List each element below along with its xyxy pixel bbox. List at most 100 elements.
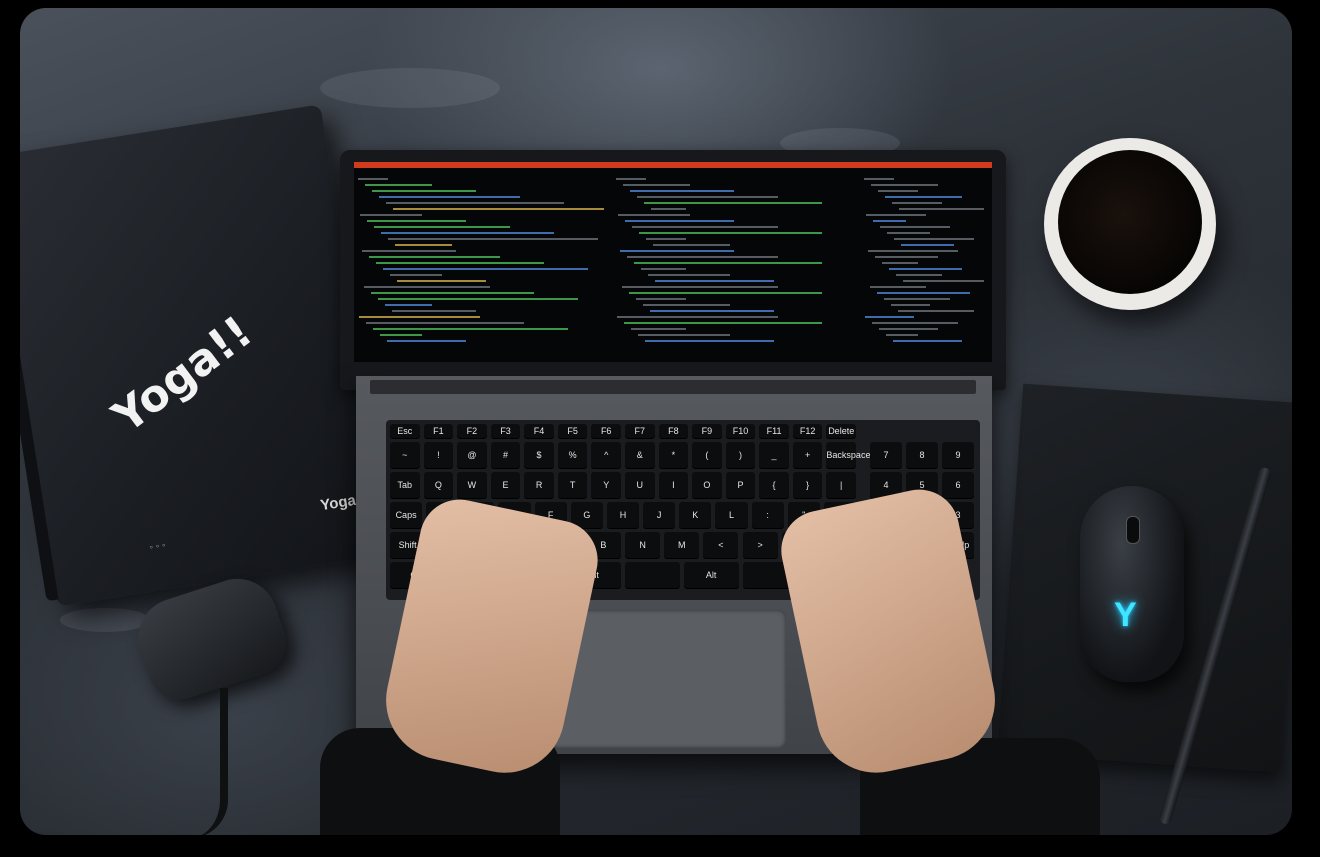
code-line — [374, 226, 510, 228]
key-o[interactable]: O — [692, 472, 722, 498]
code-editor-pane — [358, 174, 608, 354]
key--[interactable]: ~ — [390, 442, 420, 468]
code-line — [903, 280, 984, 282]
numpad-key-8[interactable]: 8 — [906, 442, 938, 468]
key-tab[interactable]: Tab — [390, 472, 420, 498]
code-line — [879, 328, 938, 330]
code-line — [366, 322, 524, 324]
key-f10[interactable]: F10 — [725, 424, 756, 438]
trackpad[interactable] — [550, 610, 786, 748]
key-w[interactable]: W — [457, 472, 487, 498]
coffee-cup — [1044, 138, 1216, 310]
key-f9[interactable]: F9 — [692, 424, 722, 438]
key--[interactable]: ( — [692, 442, 722, 468]
key-i[interactable]: I — [658, 472, 689, 498]
key-f3[interactable]: F3 — [490, 424, 521, 438]
code-line — [872, 322, 958, 324]
code-line — [387, 340, 466, 342]
key--[interactable]: ) — [725, 442, 756, 468]
numpad-key-6[interactable]: 6 — [942, 472, 974, 498]
key-backspace[interactable]: Backspace — [826, 442, 870, 468]
code-line — [866, 214, 926, 216]
key-j[interactable]: J — [643, 502, 676, 528]
key--[interactable]: # — [490, 442, 521, 468]
laptop-lid — [340, 150, 1006, 390]
code-line — [638, 334, 730, 336]
key--[interactable]: & — [625, 442, 655, 468]
code-line — [631, 328, 686, 330]
key-blank[interactable] — [625, 562, 680, 588]
code-line — [651, 208, 686, 210]
key-f5[interactable]: F5 — [557, 424, 588, 438]
key-p[interactable]: P — [725, 472, 756, 498]
code-line — [630, 190, 734, 192]
key--[interactable]: < — [703, 532, 739, 558]
code-line — [386, 202, 564, 204]
numpad-key-9[interactable]: 9 — [942, 442, 974, 468]
key-f6[interactable]: F6 — [591, 424, 621, 438]
key--[interactable]: % — [557, 442, 588, 468]
code-line — [360, 214, 422, 216]
key--[interactable]: | — [826, 472, 856, 498]
code-line — [381, 232, 554, 234]
key-f1[interactable]: F1 — [423, 424, 454, 438]
code-line — [627, 256, 778, 258]
key--[interactable]: @ — [457, 442, 487, 468]
texture-speck — [320, 68, 500, 108]
code-line — [632, 226, 778, 228]
code-line — [884, 298, 950, 300]
key-f7[interactable]: F7 — [625, 424, 655, 438]
key-y[interactable]: Y — [591, 472, 621, 498]
key-k[interactable]: K — [679, 502, 712, 528]
key--[interactable]: _ — [759, 442, 789, 468]
code-line — [385, 304, 432, 306]
key--[interactable]: ^ — [591, 442, 621, 468]
key--[interactable]: ! — [423, 442, 454, 468]
notebook-mark-icon: ◦ ◦ ◦ — [148, 540, 167, 554]
key--[interactable]: } — [792, 472, 823, 498]
key-f2[interactable]: F2 — [457, 424, 487, 438]
key-f11[interactable]: F11 — [759, 424, 789, 438]
key-q[interactable]: Q — [423, 472, 454, 498]
code-line — [653, 244, 730, 246]
key-t[interactable]: T — [557, 472, 588, 498]
yoga-notebook: Yoga!! Yoga! ◦ ◦ ◦ — [20, 104, 392, 607]
code-line — [870, 286, 926, 288]
mouse-logo-icon: Y — [1114, 596, 1137, 634]
scroll-wheel — [1126, 516, 1140, 544]
notebook-title: Yoga!! — [103, 306, 262, 444]
key--[interactable]: > — [742, 532, 778, 558]
key--[interactable]: * — [658, 442, 689, 468]
key-delete[interactable]: Delete — [826, 424, 856, 438]
key-h[interactable]: H — [606, 502, 640, 528]
code-line — [901, 244, 954, 246]
code-line — [369, 256, 500, 258]
numpad-key-7[interactable]: 7 — [870, 442, 902, 468]
key-m[interactable]: M — [664, 532, 700, 558]
code-line — [390, 274, 442, 276]
code-line — [896, 274, 942, 276]
code-line — [625, 220, 734, 222]
code-line — [359, 316, 480, 318]
key-f12[interactable]: F12 — [792, 424, 823, 438]
code-line — [648, 274, 730, 276]
terminal-pane — [616, 174, 856, 354]
key--[interactable]: { — [759, 472, 789, 498]
key-esc[interactable]: Esc — [390, 424, 420, 438]
code-line — [880, 226, 950, 228]
key-r[interactable]: R — [524, 472, 554, 498]
code-line — [898, 310, 974, 312]
key-f4[interactable]: F4 — [524, 424, 554, 438]
code-line — [645, 340, 774, 342]
key--[interactable]: + — [792, 442, 823, 468]
key-u[interactable]: U — [625, 472, 655, 498]
key-n[interactable]: N — [625, 532, 661, 558]
key-alt[interactable]: Alt — [683, 562, 739, 588]
key-caps-lock[interactable]: Caps Lock — [390, 502, 423, 546]
key--[interactable]: : — [751, 502, 784, 528]
key-f8[interactable]: F8 — [658, 424, 689, 438]
key--[interactable]: $ — [524, 442, 554, 468]
key-l[interactable]: L — [715, 502, 748, 528]
code-line — [637, 196, 778, 198]
key-e[interactable]: E — [490, 472, 521, 498]
